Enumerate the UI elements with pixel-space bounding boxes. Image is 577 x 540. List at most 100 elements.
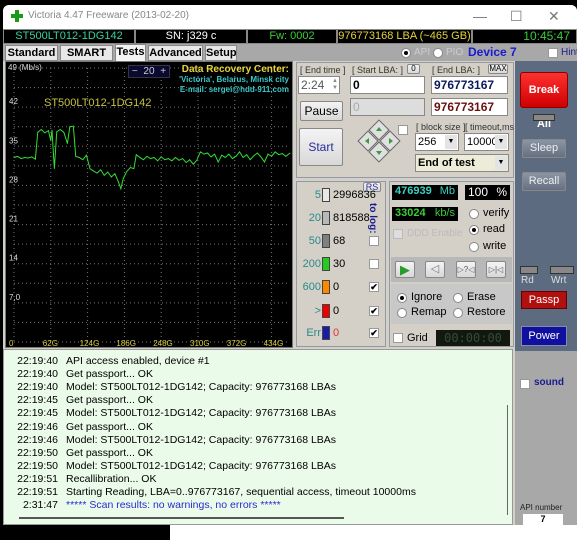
verify-radio[interactable] xyxy=(469,209,479,219)
ignore-label: Ignore xyxy=(411,291,443,303)
tab-setup[interactable]: Setup xyxy=(205,45,237,61)
graph-drive-label: ST500LT012-1DG142 xyxy=(44,97,152,109)
reverse-icon: ◁ xyxy=(430,263,440,275)
start-lba-input[interactable]: 0 xyxy=(350,76,425,94)
stat-log-checkbox[interactable] xyxy=(369,236,379,246)
banner-title: Data Recovery Center: xyxy=(181,64,289,75)
stat-label: 600 xyxy=(302,281,321,293)
log-line: 22:19:51 Starting Reading, LBA=0..9767731… xyxy=(10,486,416,498)
speed-point xyxy=(139,157,141,158)
megabytes-value: 476939 xyxy=(395,185,432,197)
ignore-radio[interactable] xyxy=(397,293,407,303)
start-lba-label: [ Start LBA: ] xyxy=(352,65,404,75)
speed-point xyxy=(178,159,180,161)
break-all-button[interactable]: Break All xyxy=(520,72,568,130)
speed-point xyxy=(126,171,128,172)
write-radio[interactable] xyxy=(469,242,479,252)
speed-point xyxy=(153,157,155,158)
butterfly-icon: ▷|◁ xyxy=(488,265,504,274)
stat-log-checkbox[interactable]: ✔ xyxy=(369,306,379,316)
api-radio[interactable] xyxy=(401,48,411,58)
log-line: 22:19:40 API access enabled, device #1 xyxy=(10,355,209,367)
restore-radio[interactable] xyxy=(453,308,463,318)
log-time: 2:31:47 xyxy=(22,499,58,512)
window-title: Victoria 4.47 Freeware (2013-02-20) xyxy=(28,10,190,21)
recall-button[interactable]: Recall xyxy=(522,172,566,191)
stat-label: > xyxy=(314,305,321,317)
drive-model: ST500LT012-1DG142 xyxy=(3,29,135,44)
pio-radio[interactable] xyxy=(433,48,443,58)
speed-point xyxy=(199,151,201,153)
speed-point xyxy=(114,173,116,175)
log-time: 22:19:45 xyxy=(17,394,58,407)
stat-count: 0 xyxy=(333,281,340,293)
log-message: Starting Reading, LBA=0..976773167, sequ… xyxy=(66,486,416,498)
hints-checkbox[interactable] xyxy=(548,48,558,58)
timeout-select[interactable]: 10000 ▼ xyxy=(464,133,509,151)
read-radio[interactable] xyxy=(469,225,479,235)
end-action-select[interactable]: End of test ▼ xyxy=(415,154,509,172)
tab-tests[interactable]: Tests xyxy=(115,44,146,61)
pad-checkbox[interactable] xyxy=(398,125,408,135)
elapsed-timer: 00:00:00 xyxy=(436,330,510,346)
reverse-button[interactable]: ◁ xyxy=(425,261,445,278)
tab-smart[interactable]: SMART xyxy=(60,45,113,61)
speed-point xyxy=(242,157,244,158)
passp-button[interactable]: Passp xyxy=(521,291,567,309)
speed-point xyxy=(96,172,98,174)
close-button[interactable]: ✕ xyxy=(548,8,560,25)
speed-point xyxy=(192,163,194,165)
ddd-enable-checkbox[interactable] xyxy=(393,229,403,239)
sleep-button[interactable]: Sleep xyxy=(522,139,566,158)
api-number-spinner[interactable]: 7 xyxy=(523,514,563,525)
minimize-button[interactable]: — xyxy=(473,8,487,24)
play-button[interactable]: ▶ xyxy=(395,261,415,278)
speed-point xyxy=(48,130,49,132)
speed-point xyxy=(129,167,131,168)
speed-point xyxy=(118,181,119,183)
maximize-button[interactable]: ☐ xyxy=(510,8,523,25)
end-time-spinner[interactable]: 2:24 ▲ ▼ xyxy=(298,76,340,94)
power-button[interactable]: Power xyxy=(521,326,567,346)
random-seek-icon: ▷?◁ xyxy=(457,265,475,274)
erase-radio[interactable] xyxy=(453,293,463,303)
banner-line1: 'Victoria', Belarus, Minsk city xyxy=(179,75,289,84)
start-lba-zero-button[interactable]: 0 xyxy=(407,64,420,74)
tab-advanced[interactable]: Advanced xyxy=(148,45,203,61)
write-label: write xyxy=(483,240,507,252)
log-time: 22:19:46 xyxy=(17,433,58,446)
end-lba-max-button[interactable]: MAX xyxy=(488,64,508,74)
log-time: 22:19:40 xyxy=(17,368,58,381)
tab-bar: Standard SMART Tests Advanced Setup API … xyxy=(3,44,577,61)
break-indicator xyxy=(533,114,555,121)
stat-log-checkbox[interactable]: ✔ xyxy=(369,328,379,338)
start-button[interactable]: Start xyxy=(299,128,343,166)
speed-point xyxy=(249,159,251,161)
app-cross-icon xyxy=(11,10,23,22)
speed-point xyxy=(285,155,287,157)
tab-standard[interactable]: Standard xyxy=(5,45,58,61)
random-button[interactable]: ▷?◁ xyxy=(456,261,476,278)
speed-point xyxy=(203,153,205,155)
remap-radio[interactable] xyxy=(397,308,407,318)
x-tick-label: 0 xyxy=(9,339,14,347)
speed-point xyxy=(24,157,26,158)
zoom-out-button[interactable]: − xyxy=(132,66,138,77)
speed-point xyxy=(51,129,53,131)
speed-point xyxy=(69,126,71,128)
stat-log-checkbox[interactable]: ✔ xyxy=(369,282,379,292)
log-horizontal-scrollbar[interactable] xyxy=(19,517,344,519)
block-size-select[interactable]: 256 ▼ xyxy=(415,133,459,151)
zoom-in-button[interactable]: + xyxy=(160,66,166,77)
sound-checkbox[interactable] xyxy=(520,379,530,389)
chevron-down-icon: ▼ xyxy=(495,135,507,149)
grid-checkbox[interactable] xyxy=(393,333,403,343)
stat-log-checkbox[interactable] xyxy=(369,259,379,269)
end-lba-input[interactable]: 976773167 xyxy=(431,76,508,94)
butterfly-button[interactable]: ▷|◁ xyxy=(486,261,506,278)
spinner-arrows-icon[interactable]: ▲ ▼ xyxy=(332,78,338,92)
drive-info-bar: ST500LT012-1DG142 SN: j329 c Fw: 0002 97… xyxy=(3,29,577,44)
end-action-value: End of test xyxy=(418,157,475,169)
log-vertical-scrollbar[interactable] xyxy=(507,405,508,515)
pause-button[interactable]: Pause xyxy=(300,101,343,121)
